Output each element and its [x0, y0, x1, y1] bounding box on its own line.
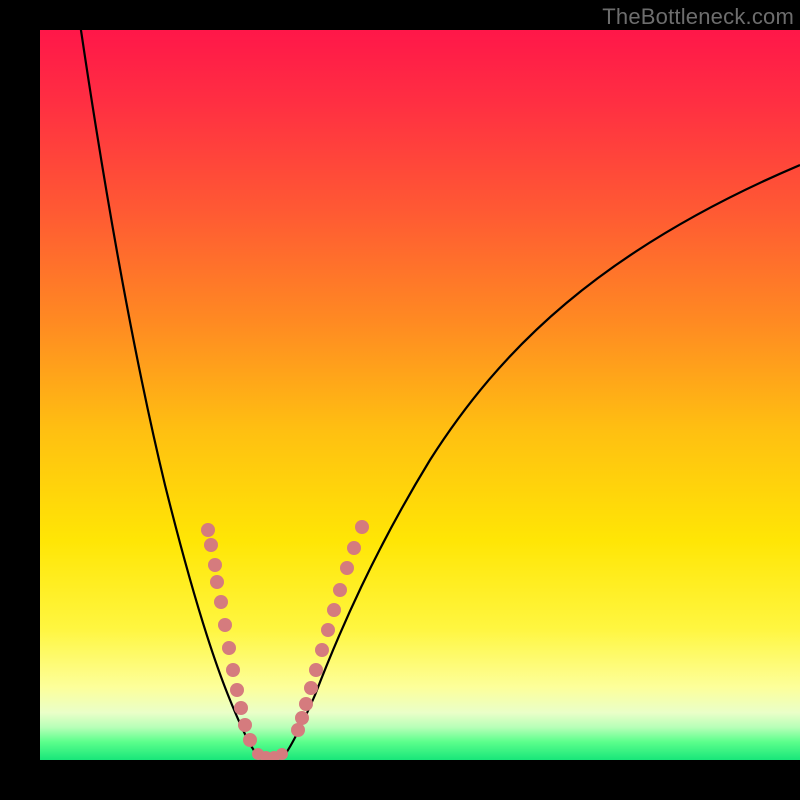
data-dot	[226, 663, 240, 677]
plot-area	[40, 30, 800, 760]
data-dot	[230, 683, 244, 697]
data-dot	[299, 697, 313, 711]
data-dot	[218, 618, 232, 632]
curve-layer	[40, 30, 800, 760]
series-right-curve	[284, 165, 800, 756]
data-dot	[355, 520, 369, 534]
data-dot	[214, 595, 228, 609]
bottleneck-curve	[78, 30, 800, 758]
data-dot	[347, 541, 361, 555]
attribution-text: TheBottleneck.com	[602, 4, 794, 30]
data-dot	[276, 748, 288, 760]
data-dot	[291, 723, 305, 737]
data-dot	[321, 623, 335, 637]
data-dot	[243, 733, 257, 747]
data-dot	[327, 603, 341, 617]
data-dots	[201, 520, 369, 760]
data-dot	[238, 718, 252, 732]
data-dot	[340, 561, 354, 575]
data-dot	[208, 558, 222, 572]
data-dot	[304, 681, 318, 695]
data-dot	[204, 538, 218, 552]
data-dot	[222, 641, 236, 655]
data-dot	[234, 701, 248, 715]
data-dot	[309, 663, 323, 677]
data-dot	[295, 711, 309, 725]
data-dot	[333, 583, 347, 597]
data-dot	[315, 643, 329, 657]
chart-frame: TheBottleneck.com	[40, 0, 800, 760]
data-dot	[201, 523, 215, 537]
data-dot	[210, 575, 224, 589]
